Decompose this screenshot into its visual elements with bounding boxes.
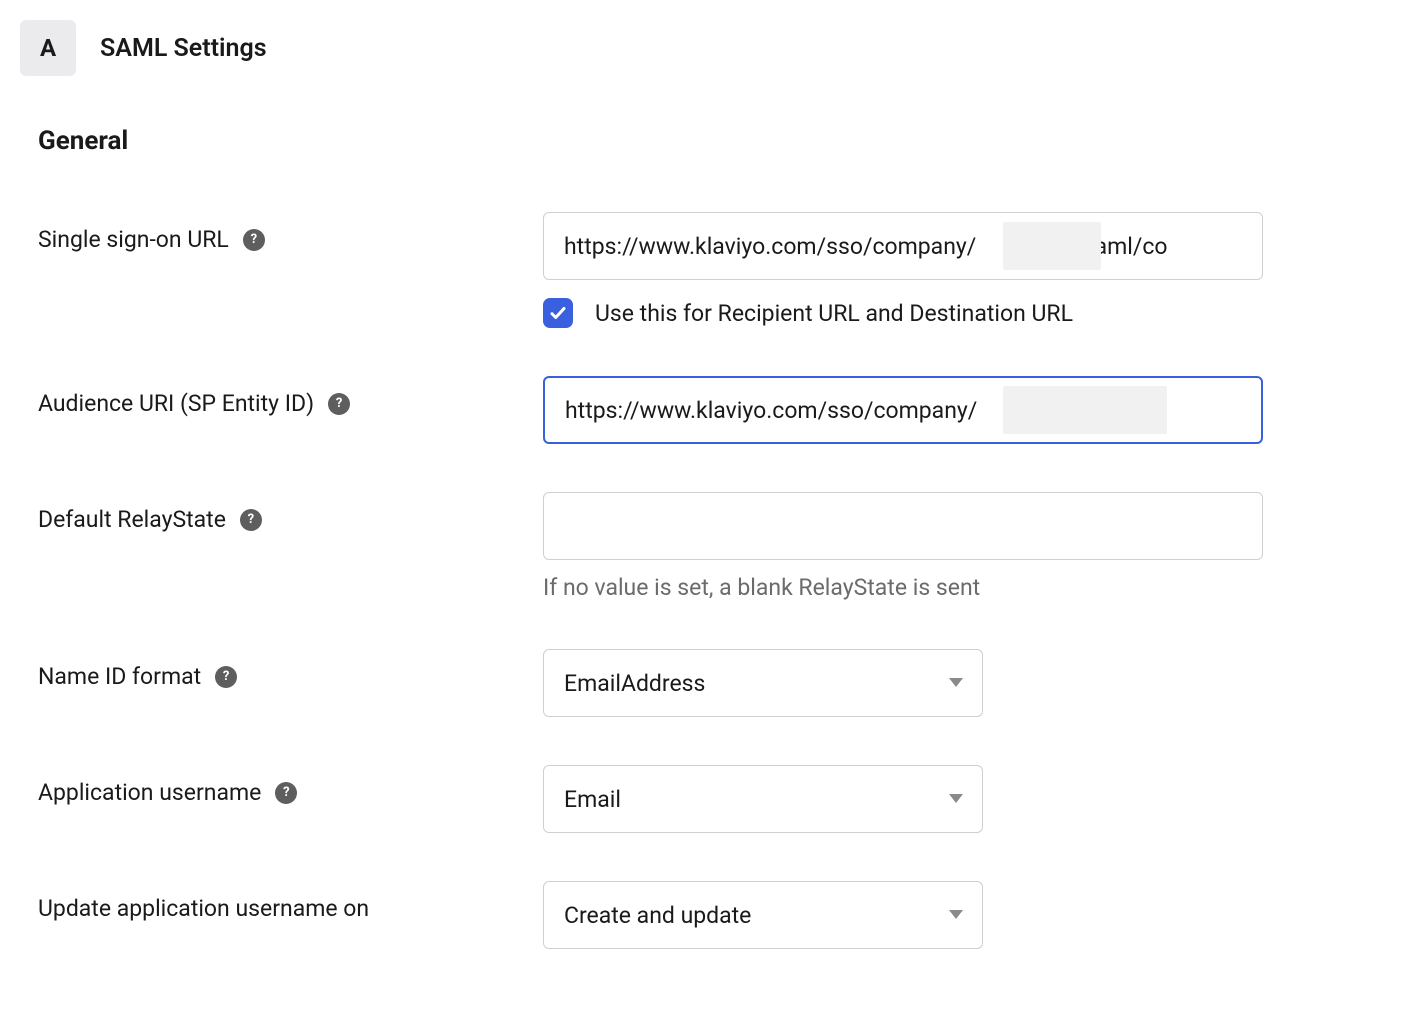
- row-relay-state: Default RelayState ? If no value is set,…: [38, 492, 1400, 601]
- label-text: Audience URI (SP Entity ID): [38, 390, 314, 417]
- label-text: Update application username on: [38, 895, 369, 922]
- label-update-username-on: Update application username on: [38, 881, 543, 922]
- use-for-recipient-checkbox[interactable]: [543, 298, 573, 328]
- section-title-general: General: [38, 126, 1400, 156]
- sso-url-input[interactable]: [543, 212, 1263, 280]
- label-audience-uri: Audience URI (SP Entity ID) ?: [38, 376, 543, 417]
- checkbox-label: Use this for Recipient URL and Destinati…: [595, 300, 1073, 327]
- label-relay-state: Default RelayState ?: [38, 492, 543, 533]
- row-app-username: Application username ? Email: [38, 765, 1400, 833]
- help-icon[interactable]: ?: [240, 509, 262, 531]
- page-header: A SAML Settings: [20, 20, 1400, 76]
- label-text: Default RelayState: [38, 506, 226, 533]
- label-sso-url: Single sign-on URL ?: [38, 212, 543, 253]
- page-title: SAML Settings: [100, 34, 267, 63]
- help-icon[interactable]: ?: [328, 393, 350, 415]
- row-name-id-format: Name ID format ? EmailAddress: [38, 649, 1400, 717]
- help-icon[interactable]: ?: [275, 782, 297, 804]
- update-username-on-select[interactable]: Create and update: [543, 881, 983, 949]
- relay-state-helper: If no value is set, a blank RelayState i…: [543, 574, 1263, 601]
- section-badge: A: [20, 20, 76, 76]
- row-update-username-on: Update application username on Create an…: [38, 881, 1400, 949]
- row-sso-url: Single sign-on URL ? Use this for Recipi…: [38, 212, 1400, 328]
- checkbox-row-recipient-url: Use this for Recipient URL and Destinati…: [543, 298, 1263, 328]
- label-text: Single sign-on URL: [38, 226, 229, 253]
- label-name-id-format: Name ID format ?: [38, 649, 543, 690]
- label-text: Name ID format: [38, 663, 201, 690]
- redacted-segment: [1003, 386, 1167, 434]
- redacted-segment: [1003, 222, 1101, 270]
- help-icon[interactable]: ?: [215, 666, 237, 688]
- row-audience-uri: Audience URI (SP Entity ID) ?: [38, 376, 1400, 444]
- help-icon[interactable]: ?: [243, 229, 265, 251]
- app-username-select[interactable]: Email: [543, 765, 983, 833]
- relay-state-input[interactable]: [543, 492, 1263, 560]
- check-icon: [549, 304, 567, 322]
- label-text: Application username: [38, 779, 261, 806]
- label-app-username: Application username ?: [38, 765, 543, 806]
- saml-settings-form: Single sign-on URL ? Use this for Recipi…: [38, 212, 1400, 949]
- name-id-format-select[interactable]: EmailAddress: [543, 649, 983, 717]
